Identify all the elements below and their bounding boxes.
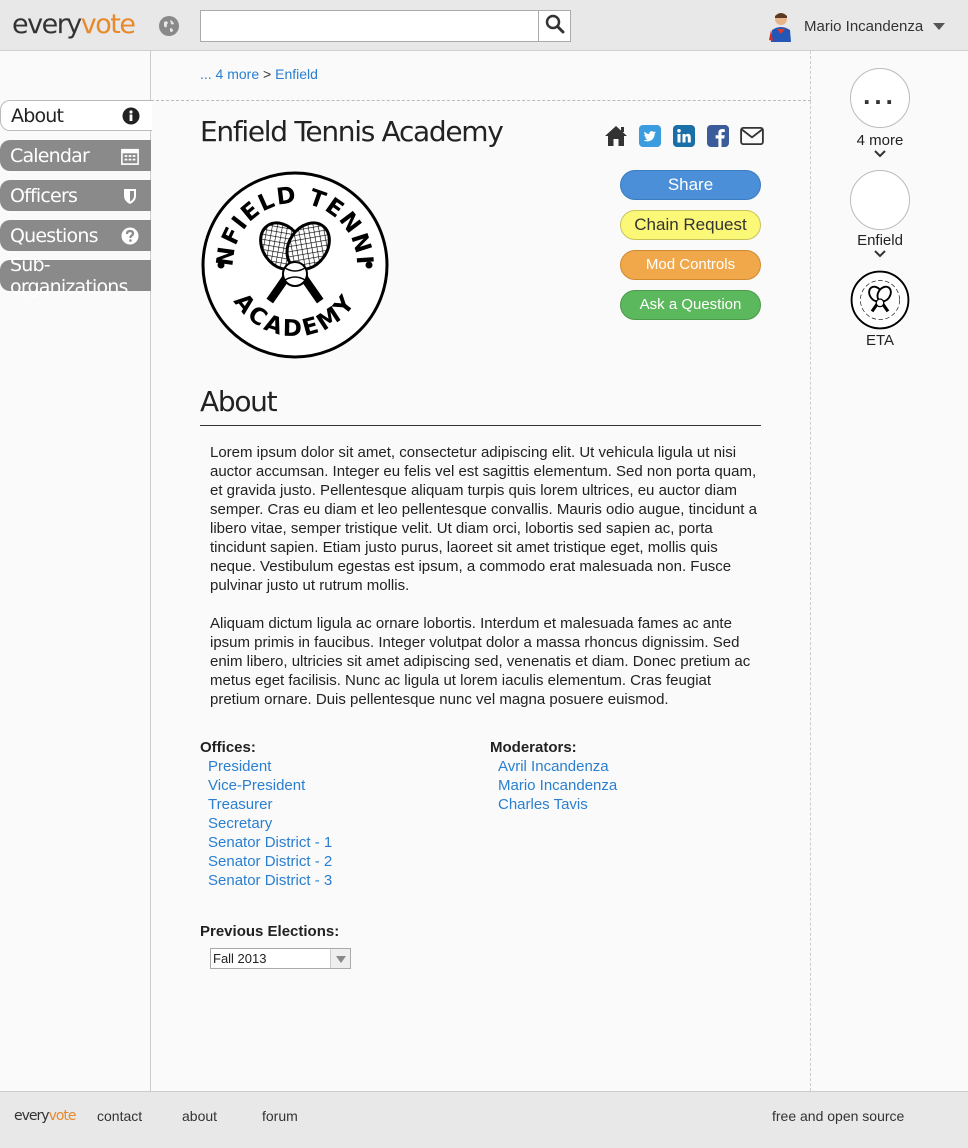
breadcrumb: ... 4 more > Enfield: [200, 66, 318, 82]
sidebar-item-questions[interactable]: Questions: [0, 220, 151, 251]
twitter-icon[interactable]: [638, 124, 662, 148]
footer: everyvote contact about forum free and o…: [0, 1091, 968, 1148]
breadcrumb-separator: >: [263, 66, 272, 82]
breadcrumb-current-link[interactable]: Enfield: [275, 66, 318, 82]
question-icon: [121, 227, 139, 245]
footer-logo[interactable]: everyvote: [14, 1108, 77, 1124]
sidebar-item-officers[interactable]: Officers: [0, 180, 151, 211]
dropdown-arrow-icon: [330, 949, 350, 968]
logo-every: every: [12, 9, 82, 40]
rail-parent-circle: [850, 170, 910, 230]
linkedin-icon[interactable]: [672, 124, 696, 148]
offices-heading: Offices:: [200, 739, 256, 756]
footer-link-about[interactable]: about: [182, 1108, 217, 1124]
rail-divider: [810, 51, 811, 1091]
office-link[interactable]: Senator District - 3: [200, 871, 332, 890]
search-button[interactable]: [538, 10, 571, 42]
globe-icon[interactable]: [159, 16, 179, 36]
moderator-link[interactable]: Avril Incandenza: [490, 757, 617, 776]
office-link[interactable]: Senator District - 1: [200, 833, 332, 852]
footer-link-forum[interactable]: forum: [262, 1108, 298, 1124]
election-select-value: Fall 2013: [213, 951, 267, 966]
page-title: Enfield Tennis Academy: [200, 115, 504, 148]
office-link[interactable]: President: [200, 757, 332, 776]
office-link[interactable]: Secretary: [200, 814, 332, 833]
sidebar-item-label: Calendar: [10, 144, 90, 167]
moderators-list: Moderators: Avril Incandenza Mario Incan…: [490, 738, 617, 814]
mod-controls-button[interactable]: Mod Controls: [620, 250, 761, 280]
rail-more-circle: ...: [850, 68, 910, 128]
org-logo: ENFIELD TENNIS ACADEMY: [191, 150, 390, 360]
rail-label: Enfield: [857, 232, 903, 249]
rail-item-parent[interactable]: Enfield: [850, 170, 910, 261]
footer-logo-vote: vote: [48, 1108, 77, 1124]
chevron-down-icon: [850, 149, 910, 161]
rail-label: ETA: [865, 332, 895, 349]
footer-link-contact[interactable]: contact: [97, 1108, 142, 1124]
info-icon: [122, 107, 140, 125]
ellipsis-glyph: ...: [863, 79, 897, 110]
caret-down-icon: [933, 22, 946, 30]
previous-elections-heading: Previous Elections:: [200, 923, 340, 940]
share-icons: [604, 124, 764, 148]
ask-question-button[interactable]: Ask a Question: [620, 290, 761, 320]
calendar-icon: [121, 147, 139, 165]
rail-label: 4 more: [856, 132, 904, 149]
office-link[interactable]: Vice-President: [200, 776, 332, 795]
rail-current-logo: [850, 270, 910, 330]
breadcrumb-more-link[interactable]: ... 4 more: [200, 66, 259, 82]
footer-logo-every: every: [14, 1108, 50, 1124]
email-icon[interactable]: [740, 124, 764, 148]
home-icon[interactable]: [604, 124, 628, 148]
chain-request-button[interactable]: Chain Request: [620, 210, 761, 240]
rail-item-current[interactable]: ETA: [850, 270, 910, 349]
footer-link-open-source[interactable]: free and open source: [772, 1108, 904, 1124]
user-menu[interactable]: Mario Incandenza: [768, 10, 946, 42]
share-button[interactable]: Share: [620, 170, 761, 200]
election-select[interactable]: Fall 2013: [210, 948, 351, 969]
office-link[interactable]: Treasurer: [200, 795, 332, 814]
moderators-heading: Moderators:: [490, 739, 577, 756]
logo-vote: vote: [80, 9, 136, 40]
search-input[interactable]: [200, 10, 539, 42]
chevron-down-icon: [850, 249, 910, 261]
content-divider: [151, 100, 811, 101]
office-link[interactable]: Senator District - 2: [200, 852, 332, 871]
sidebar-item-label: Questions: [10, 224, 98, 247]
avatar: [768, 10, 794, 42]
sidebar-item-label: Sub-organizations: [10, 253, 128, 298]
about-paragraph: Lorem ipsum dolor sit amet, consectetur …: [210, 444, 757, 594]
moderator-link[interactable]: Charles Tavis: [490, 795, 617, 814]
user-name: Mario Incandenza: [804, 17, 924, 35]
sidebar-item-sub-organizations[interactable]: Sub-organizations: [0, 254, 151, 298]
rail-item-more[interactable]: ... 4 more: [850, 68, 910, 161]
sidebar-item-label: Officers: [10, 184, 78, 207]
logo[interactable]: everyvote: [12, 8, 136, 42]
section-heading-about: About: [200, 385, 761, 426]
top-bar: everyvote Mario Incandenza: [0, 0, 968, 51]
sidebar-item-label: About: [11, 104, 64, 127]
sidebar-item-calendar[interactable]: Calendar: [0, 140, 151, 171]
about-description: Lorem ipsum dolor sit amet, consectetur …: [210, 443, 760, 728]
search-icon: [545, 14, 565, 39]
moderator-link[interactable]: Mario Incandenza: [490, 776, 617, 795]
facebook-icon[interactable]: [706, 124, 730, 148]
about-paragraph: Aliquam dictum ligula ac ornare lobortis…: [210, 615, 751, 708]
offices-list: Offices: President Vice-President Treasu…: [200, 738, 332, 890]
shield-icon: [121, 187, 139, 205]
sidebar-item-about[interactable]: About: [0, 100, 152, 131]
